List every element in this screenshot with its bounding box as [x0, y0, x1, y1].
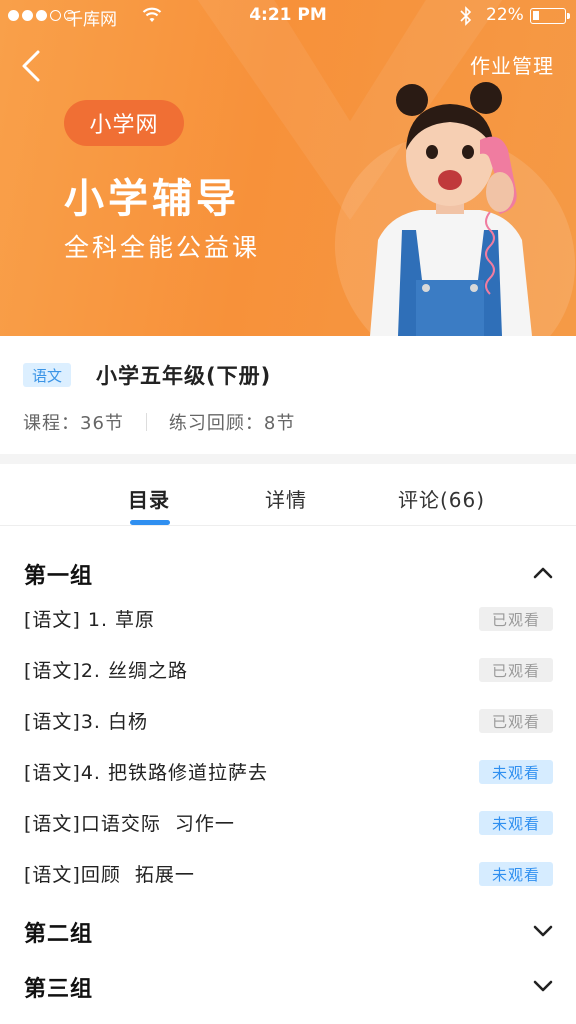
- girl-illustration: [370, 82, 532, 336]
- chevron-up-icon: [533, 567, 553, 579]
- lesson-title: [语文]3. 白杨: [24, 711, 148, 733]
- lesson-title: [语文] 1. 草原: [24, 609, 156, 631]
- group-title: 第二组: [24, 922, 94, 947]
- lesson-title: [语文]口语交际 习作一: [24, 813, 235, 835]
- tab-catalog[interactable]: 目录: [128, 484, 170, 513]
- review-count: 练习回顾：8节: [168, 413, 296, 434]
- status-badge: 未观看: [479, 811, 553, 835]
- divider: [145, 413, 147, 431]
- lesson-title: [语文]回顾 拓展一: [24, 864, 195, 886]
- list-item[interactable]: [语文]4. 把铁路修道拉萨去 未观看: [0, 752, 576, 792]
- group-title: 第一组: [24, 564, 94, 589]
- brand-badge: 小学网: [64, 100, 184, 146]
- tab-details[interactable]: 详情: [265, 484, 307, 513]
- list-item[interactable]: [语文]2. 丝绸之路 已观看: [0, 650, 576, 690]
- group-header[interactable]: 第一组: [0, 554, 576, 594]
- active-tab-indicator: [130, 520, 170, 525]
- status-badge: 已观看: [479, 607, 553, 631]
- subject-tag: 语文: [23, 363, 71, 387]
- chevron-left-icon: [22, 50, 40, 82]
- list-item[interactable]: [语文]回顾 拓展一 未观看: [0, 854, 576, 894]
- status-badge: 已观看: [479, 658, 553, 682]
- hero-banner: 千库网 4:21 PM 22% 作业管理 小学网 小学辅导 全科全能公益课: [0, 0, 576, 336]
- hero-subtitle: 全科全能公益课: [64, 233, 261, 262]
- battery-icon: [530, 8, 570, 24]
- back-button[interactable]: [14, 44, 54, 88]
- hero-title: 小学辅导: [64, 176, 240, 222]
- course-title: 小学五年级(下册): [96, 364, 272, 388]
- list-item[interactable]: [语文]口语交际 习作一 未观看: [0, 803, 576, 843]
- course-info: 语文 小学五年级(下册) 课程：36节 练习回顾：8节: [0, 336, 576, 454]
- section-divider: [0, 454, 576, 464]
- lesson-count: 课程：36节: [23, 413, 124, 434]
- list-item[interactable]: [语文] 1. 草原 已观看: [0, 599, 576, 639]
- course-meta: 课程：36节 练习回顾：8节: [23, 409, 295, 435]
- tab-comments[interactable]: 评论(66): [398, 484, 485, 513]
- group-title: 第三组: [24, 977, 94, 1002]
- lesson-title: [语文]4. 把铁路修道拉萨去: [24, 762, 268, 784]
- status-badge: 未观看: [479, 862, 553, 886]
- bluetooth-icon: [460, 6, 472, 26]
- status-badge: 已观看: [479, 709, 553, 733]
- tab-bar: 目录 详情 评论(66): [0, 464, 576, 526]
- group-header[interactable]: 第二组: [0, 912, 576, 952]
- battery-percent: 22%: [486, 5, 524, 25]
- homework-manage-button[interactable]: 作业管理: [470, 50, 554, 79]
- chevron-down-icon: [533, 925, 553, 937]
- status-bar: 千库网 4:21 PM 22%: [0, 0, 576, 32]
- chevron-down-icon: [533, 980, 553, 992]
- group-header[interactable]: 第三组: [0, 967, 576, 1007]
- status-badge: 未观看: [479, 760, 553, 784]
- lesson-title: [语文]2. 丝绸之路: [24, 660, 188, 682]
- list-item[interactable]: [语文]3. 白杨 已观看: [0, 701, 576, 741]
